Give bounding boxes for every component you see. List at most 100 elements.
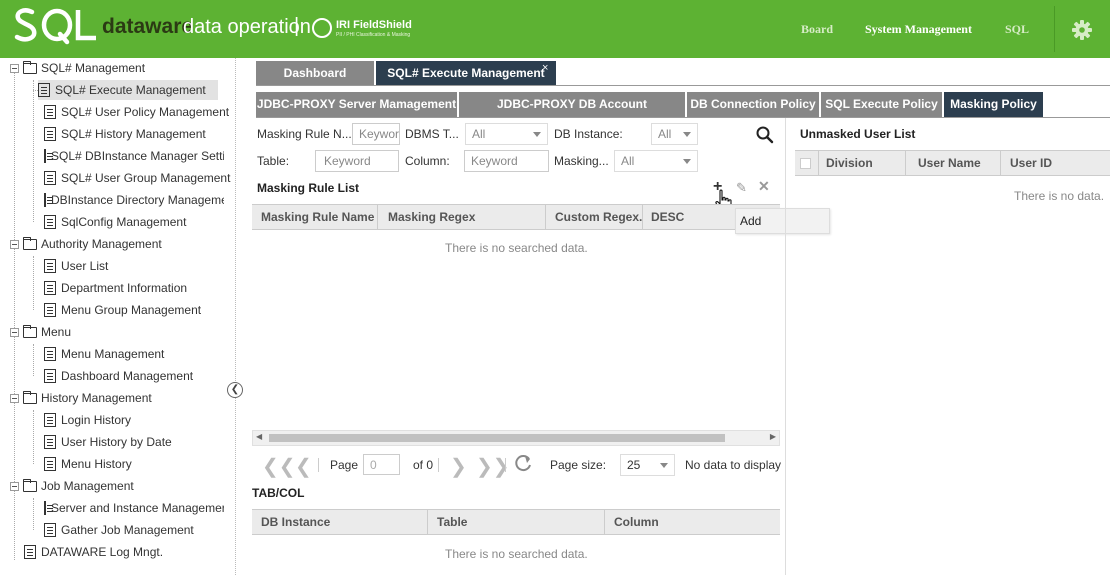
tree-label: Menu Group Management xyxy=(61,303,202,317)
page-size-select[interactable]: 25 xyxy=(620,454,675,476)
edit-icon[interactable]: ✎ xyxy=(736,180,747,196)
scroll-left-icon[interactable]: ◀ xyxy=(256,432,262,441)
column-header[interactable]: Masking Regex xyxy=(379,205,545,229)
tree-folder-history-management[interactable]: History Management xyxy=(10,388,152,408)
sidebar-collapse-button[interactable]: ❮ xyxy=(227,382,243,398)
masking-rule-list-title: Masking Rule List xyxy=(257,181,360,195)
subtab-sql-execute-policy[interactable]: SQL Execute Policy xyxy=(821,92,942,117)
column-header[interactable]: User Name xyxy=(905,151,1000,175)
tree-item-sql-dbinstance-manager[interactable]: SQL# DBInstance Manager Setti xyxy=(44,146,224,166)
tree-item-sql-user-policy[interactable]: SQL# User Policy Management xyxy=(44,102,229,122)
column-header[interactable]: Table xyxy=(428,510,604,534)
select-all-checkbox[interactable] xyxy=(800,158,811,169)
tree-label: Gather Job Management xyxy=(61,523,194,537)
tree-label: Dashboard Management xyxy=(61,369,194,383)
first-page-icon[interactable]: ❮❮ xyxy=(262,454,296,479)
tab-dashboard[interactable]: Dashboard xyxy=(256,61,374,85)
nav-system-management[interactable]: System Management xyxy=(865,22,972,37)
tree-line xyxy=(33,344,34,376)
scroll-right-icon[interactable]: ▶ xyxy=(770,432,776,441)
tree-item-user-history-by-date[interactable]: User History by Date xyxy=(44,432,172,452)
header-divider xyxy=(1054,6,1055,52)
document-icon xyxy=(44,259,56,273)
pager-status: No data to display xyxy=(685,458,782,472)
tree-label: SQL# DBInstance Manager Setti xyxy=(51,149,224,163)
tree-item-department-information[interactable]: Department Information xyxy=(44,278,187,298)
tabcol-title: TAB/COL xyxy=(252,486,305,500)
collapse-icon[interactable] xyxy=(10,481,19,491)
column-header[interactable]: Division xyxy=(818,151,905,175)
tree-item-sqlconfig[interactable]: SqlConfig Management xyxy=(44,212,186,232)
scrollbar-thumb[interactable] xyxy=(269,434,725,442)
document-icon xyxy=(44,281,56,295)
tree-item-menu-history[interactable]: Menu History xyxy=(44,454,132,474)
document-icon xyxy=(44,413,56,427)
column-header[interactable]: Column xyxy=(605,510,780,534)
refresh-icon[interactable] xyxy=(513,453,533,473)
collapse-icon[interactable] xyxy=(10,239,19,249)
column-header[interactable]: Custom Regex... xyxy=(546,205,642,229)
db-instance-select[interactable]: All xyxy=(651,123,698,145)
document-icon xyxy=(44,501,53,515)
collapse-icon[interactable] xyxy=(10,63,19,73)
next-page-icon[interactable]: ❯ xyxy=(450,454,467,479)
tree-folder-authority-management[interactable]: Authority Management xyxy=(10,234,162,254)
close-icon[interactable]: × xyxy=(542,62,548,74)
tree-item-menu-group[interactable]: Menu Group Management xyxy=(44,300,201,320)
column-input[interactable]: Keyword xyxy=(464,150,549,172)
dbms-type-select[interactable]: All xyxy=(465,123,548,145)
top-header: dataware data operation | IRI FieldShiel… xyxy=(0,0,1110,58)
nav-board[interactable]: Board xyxy=(801,22,833,37)
tree-label: SqlConfig Management xyxy=(61,215,187,229)
tree-folder-job-management[interactable]: Job Management xyxy=(10,476,134,496)
chevron-down-icon xyxy=(660,463,668,468)
page-of-label: of 0 xyxy=(413,458,434,472)
select-value: All xyxy=(472,127,486,141)
collapse-icon[interactable] xyxy=(10,393,19,403)
tree-item-server-instance-management[interactable]: Server and Instance Managemer xyxy=(44,498,224,518)
tree-item-sql-history[interactable]: SQL# History Management xyxy=(44,124,206,144)
tree-item-user-list[interactable]: User List xyxy=(44,256,108,276)
search-icon[interactable] xyxy=(755,125,775,145)
document-icon xyxy=(44,127,56,141)
sidebar: SQL# Management SQL# Execute Management … xyxy=(0,58,236,575)
document-icon xyxy=(38,83,50,97)
horizontal-scrollbar[interactable]: ◀ ▶ xyxy=(252,430,780,446)
column-header[interactable]: DESC xyxy=(642,205,722,229)
tree-item-login-history[interactable]: Login History xyxy=(44,410,131,430)
tree-item-sql-user-group[interactable]: SQL# User Group Management xyxy=(44,168,230,188)
gear-icon[interactable] xyxy=(1072,20,1092,40)
select-value: 25 xyxy=(627,458,641,472)
collapse-icon[interactable] xyxy=(10,327,19,337)
subtab-db-connection-policy[interactable]: DB Connection Policy xyxy=(687,92,819,117)
subtab-jdbc-proxy-server[interactable]: JDBC-PROXY Server Mamagement xyxy=(256,92,457,117)
column-header[interactable]: Masking Rule Name xyxy=(252,205,377,229)
tree-item-gather-job-management[interactable]: Gather Job Management xyxy=(44,520,194,540)
tree-folder-sql-management[interactable]: SQL# Management xyxy=(10,58,145,78)
masking-rule-empty-message: There is no searched data. xyxy=(445,241,588,255)
table-input[interactable]: Keyword xyxy=(315,150,399,172)
nav-sql[interactable]: SQL xyxy=(1005,22,1029,37)
masking-rule-name-input[interactable]: Keywor xyxy=(352,123,400,145)
tree-item-dataware-log[interactable]: DATAWARE Log Mngt. xyxy=(24,542,163,562)
prev-page-icon[interactable]: ❮ xyxy=(295,454,312,479)
delete-icon[interactable]: ✕ xyxy=(758,178,770,195)
tree-item-sql-execute-management[interactable]: SQL# Execute Management xyxy=(33,80,218,100)
tree-label: Authority Management xyxy=(41,237,162,251)
masking-select[interactable]: All xyxy=(614,150,698,172)
add-tooltip: Add xyxy=(735,208,830,234)
tree-item-menu-management[interactable]: Menu Management xyxy=(44,344,164,364)
tab-divider xyxy=(256,85,1110,86)
tree-item-dbinstance-directory[interactable]: DBInstance Directory Manageme xyxy=(44,190,224,210)
column-header[interactable]: DB Instance xyxy=(252,510,428,534)
subtab-jdbc-proxy-db-account[interactable]: JDBC-PROXY DB Account Management xyxy=(459,92,685,136)
sql-logo xyxy=(14,8,96,45)
tree-item-dashboard-management[interactable]: Dashboard Management xyxy=(44,366,193,386)
tree-folder-menu[interactable]: Menu xyxy=(10,322,71,342)
page-number-input[interactable]: 0 xyxy=(363,454,400,475)
masking-rule-name-label: Masking Rule N... xyxy=(257,127,352,141)
column-header[interactable]: User ID xyxy=(1000,151,1110,175)
subtab-masking-policy[interactable]: Masking Policy xyxy=(944,92,1043,117)
tab-sql-execute-management[interactable]: SQL# Execute Management xyxy=(376,61,556,85)
tree-line xyxy=(33,256,34,310)
